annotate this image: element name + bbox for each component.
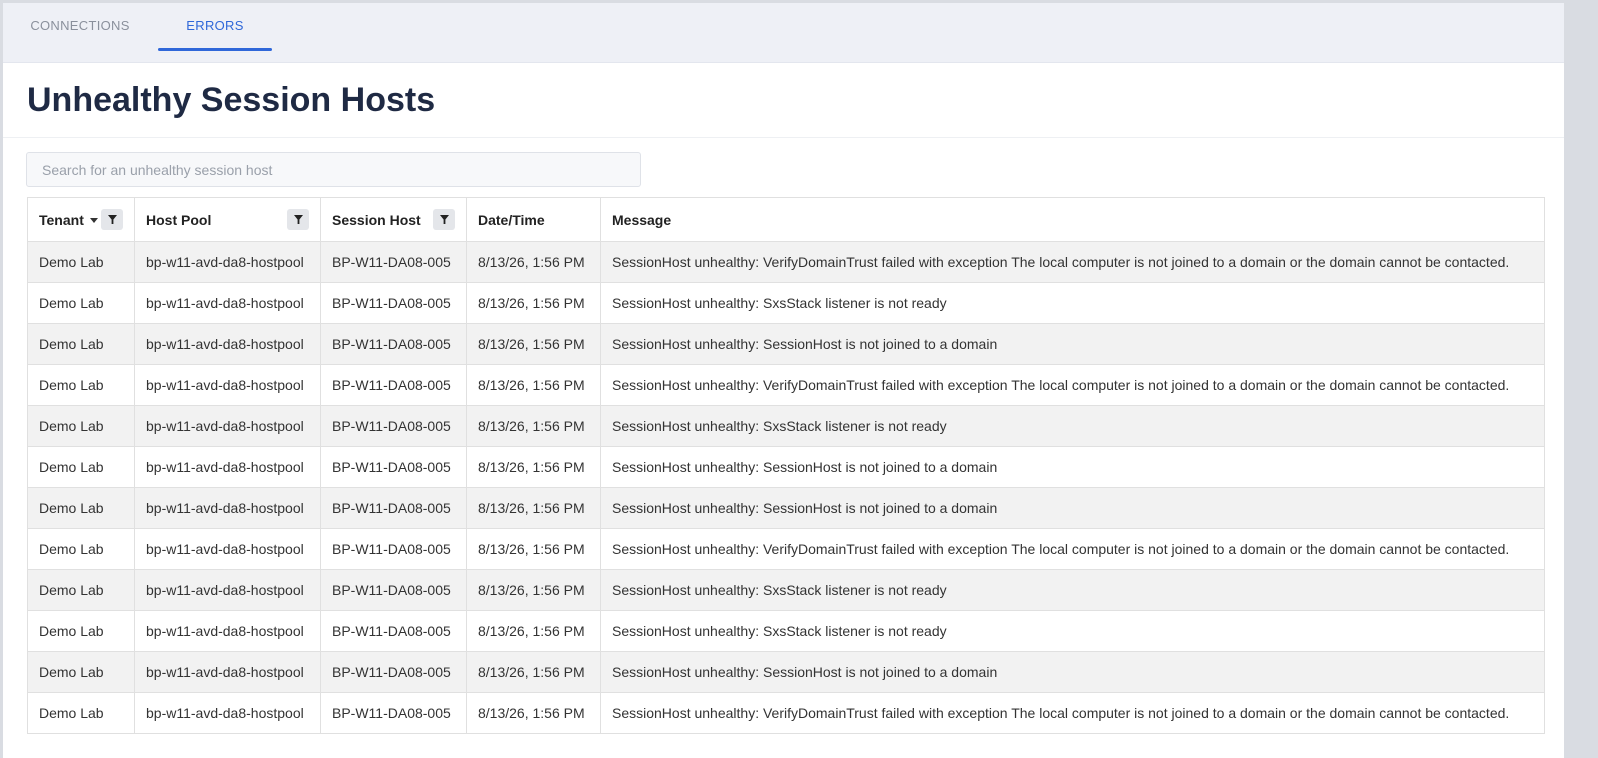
cell-message: SessionHost unhealthy: SxsStack listener… <box>600 405 1545 447</box>
tab-bar: CONNECTIONS ERRORS <box>3 3 1564 63</box>
table-row[interactable]: Demo Lab bp-w11-avd-da8-hostpool BP-W11-DA… <box>27 282 1545 324</box>
unhealthy-hosts-table: Tenant Host Pool Session Host Date/Time … <box>27 197 1545 734</box>
cell-tenant: Demo Lab <box>27 405 135 447</box>
cell-tenant: Demo Lab <box>27 323 135 365</box>
column-header-message[interactable]: Message <box>600 197 1545 242</box>
cell-date-time: 8/13/26, 1:56 PM <box>466 241 601 283</box>
cell-message: SessionHost unhealthy: SxsStack listener… <box>600 610 1545 652</box>
cell-date-time: 8/13/26, 1:56 PM <box>466 487 601 529</box>
table-row[interactable]: Demo Lab bp-w11-avd-da8-hostpool BP-W11-DA… <box>27 323 1545 365</box>
cell-message: SessionHost unhealthy: VerifyDomainTrust… <box>600 364 1545 406</box>
column-header-session-host[interactable]: Session Host <box>320 197 467 242</box>
cell-message: SessionHost unhealthy: VerifyDomainTrust… <box>600 241 1545 283</box>
table-row[interactable]: Demo Lab bp-w11-avd-da8-hostpool BP-W11-DA… <box>27 487 1545 529</box>
table-row[interactable]: Demo Lab bp-w11-avd-da8-hostpool BP-W11-DA… <box>27 528 1545 570</box>
cell-message: SessionHost unhealthy: SessionHost is no… <box>600 323 1545 365</box>
cell-date-time: 8/13/26, 1:56 PM <box>466 405 601 447</box>
cell-tenant: Demo Lab <box>27 487 135 529</box>
table-row[interactable]: Demo Lab bp-w11-avd-da8-hostpool BP-W11-DA… <box>27 364 1545 406</box>
cell-session-host: BP-W11-DA08-005 <box>320 528 467 570</box>
cell-host-pool: bp-w11-avd-da8-hostpool <box>134 282 321 324</box>
cell-session-host: BP-W11-DA08-005 <box>320 610 467 652</box>
cell-session-host: BP-W11-DA08-005 <box>320 323 467 365</box>
cell-session-host: BP-W11-DA08-005 <box>320 241 467 283</box>
cell-host-pool: bp-w11-avd-da8-hostpool <box>134 241 321 283</box>
cell-date-time: 8/13/26, 1:56 PM <box>466 364 601 406</box>
cell-tenant: Demo Lab <box>27 241 135 283</box>
cell-message: SessionHost unhealthy: VerifyDomainTrust… <box>600 528 1545 570</box>
cell-session-host: BP-W11-DA08-005 <box>320 569 467 611</box>
cell-host-pool: bp-w11-avd-da8-hostpool <box>134 651 321 693</box>
filter-icon[interactable] <box>287 209 309 230</box>
cell-date-time: 8/13/26, 1:56 PM <box>466 446 601 488</box>
cell-host-pool: bp-w11-avd-da8-hostpool <box>134 487 321 529</box>
table-row[interactable]: Demo Lab bp-w11-avd-da8-hostpool BP-W11-DA… <box>27 692 1545 734</box>
cell-tenant: Demo Lab <box>27 569 135 611</box>
tab-errors[interactable]: ERRORS <box>158 3 272 51</box>
cell-tenant: Demo Lab <box>27 692 135 734</box>
table-row[interactable]: Demo Lab bp-w11-avd-da8-hostpool BP-W11-DA… <box>27 651 1545 693</box>
cell-session-host: BP-W11-DA08-005 <box>320 364 467 406</box>
cell-date-time: 8/13/26, 1:56 PM <box>466 651 601 693</box>
cell-session-host: BP-W11-DA08-005 <box>320 651 467 693</box>
column-header-label: Host Pool <box>146 211 212 228</box>
filter-icon[interactable] <box>433 209 455 230</box>
search-input[interactable] <box>26 152 641 187</box>
cell-message: SessionHost unhealthy: SessionHost is no… <box>600 446 1545 488</box>
cell-message: SessionHost unhealthy: SessionHost is no… <box>600 487 1545 529</box>
cell-host-pool: bp-w11-avd-da8-hostpool <box>134 323 321 365</box>
table-body: Demo Lab bp-w11-avd-da8-hostpool BP-W11-DA… <box>27 241 1545 734</box>
cell-message: SessionHost unhealthy: SessionHost is no… <box>600 651 1545 693</box>
cell-host-pool: bp-w11-avd-da8-hostpool <box>134 446 321 488</box>
column-header-label: Session Host <box>332 211 421 228</box>
app-frame: CONNECTIONS ERRORS Unhealthy Session Hos… <box>3 3 1564 758</box>
cell-date-time: 8/13/26, 1:56 PM <box>466 323 601 365</box>
table-row[interactable]: Demo Lab bp-w11-avd-da8-hostpool BP-W11-DA… <box>27 405 1545 447</box>
page-title: Unhealthy Session Hosts <box>27 81 436 119</box>
table-header-row: Tenant Host Pool Session Host Date/Time … <box>27 197 1545 242</box>
cell-date-time: 8/13/26, 1:56 PM <box>466 528 601 570</box>
column-header-date-time[interactable]: Date/Time <box>466 197 601 242</box>
column-header-label: Message <box>612 211 672 228</box>
cell-host-pool: bp-w11-avd-da8-hostpool <box>134 364 321 406</box>
column-header-host-pool[interactable]: Host Pool <box>134 197 321 242</box>
cell-session-host: BP-W11-DA08-005 <box>320 446 467 488</box>
cell-tenant: Demo Lab <box>27 610 135 652</box>
column-header-tenant[interactable]: Tenant <box>27 197 135 242</box>
cell-host-pool: bp-w11-avd-da8-hostpool <box>134 569 321 611</box>
cell-tenant: Demo Lab <box>27 528 135 570</box>
cell-host-pool: bp-w11-avd-da8-hostpool <box>134 692 321 734</box>
cell-message: SessionHost unhealthy: VerifyDomainTrust… <box>600 692 1545 734</box>
cell-session-host: BP-W11-DA08-005 <box>320 692 467 734</box>
tab-connections[interactable]: CONNECTIONS <box>3 3 157 48</box>
filter-icon[interactable] <box>101 209 123 230</box>
cell-session-host: BP-W11-DA08-005 <box>320 487 467 529</box>
cell-tenant: Demo Lab <box>27 446 135 488</box>
cell-host-pool: bp-w11-avd-da8-hostpool <box>134 528 321 570</box>
table-row[interactable]: Demo Lab bp-w11-avd-da8-hostpool BP-W11-DA… <box>27 569 1545 611</box>
table-row[interactable]: Demo Lab bp-w11-avd-da8-hostpool BP-W11-DA… <box>27 610 1545 652</box>
column-header-label: Tenant <box>39 211 84 228</box>
cell-date-time: 8/13/26, 1:56 PM <box>466 692 601 734</box>
table-row[interactable]: Demo Lab bp-w11-avd-da8-hostpool BP-W11-DA… <box>27 446 1545 488</box>
cell-message: SessionHost unhealthy: SxsStack listener… <box>600 569 1545 611</box>
cell-date-time: 8/13/26, 1:56 PM <box>466 282 601 324</box>
cell-tenant: Demo Lab <box>27 364 135 406</box>
cell-session-host: BP-W11-DA08-005 <box>320 405 467 447</box>
cell-date-time: 8/13/26, 1:56 PM <box>466 569 601 611</box>
cell-session-host: BP-W11-DA08-005 <box>320 282 467 324</box>
cell-tenant: Demo Lab <box>27 282 135 324</box>
table-row[interactable]: Demo Lab bp-w11-avd-da8-hostpool BP-W11-DA… <box>27 241 1545 283</box>
cell-date-time: 8/13/26, 1:56 PM <box>466 610 601 652</box>
cell-host-pool: bp-w11-avd-da8-hostpool <box>134 405 321 447</box>
cell-tenant: Demo Lab <box>27 651 135 693</box>
cell-message: SessionHost unhealthy: SxsStack listener… <box>600 282 1545 324</box>
sort-desc-icon[interactable] <box>90 216 98 224</box>
cell-host-pool: bp-w11-avd-da8-hostpool <box>134 610 321 652</box>
column-header-label: Date/Time <box>478 211 545 228</box>
